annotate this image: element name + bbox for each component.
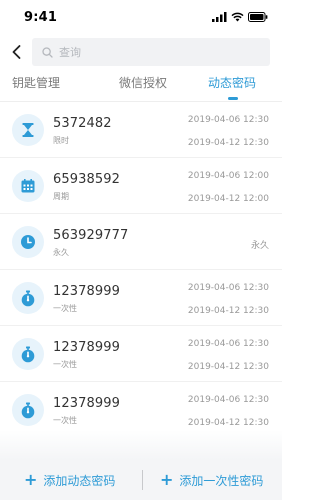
password-type: 一次性 bbox=[53, 304, 77, 313]
add-one-time-password-button[interactable]: + 添加一次性密码 bbox=[160, 468, 263, 492]
search-icon bbox=[42, 46, 53, 58]
active-tab-indicator bbox=[228, 97, 238, 100]
start-time: 2019-04-06 12:30 bbox=[187, 115, 269, 125]
stopwatch-icon bbox=[12, 282, 44, 314]
tab-key-management[interactable]: 钥匙管理 bbox=[12, 74, 82, 100]
bottom-divider bbox=[142, 470, 143, 490]
end-time: 2019-04-12 12:30 bbox=[187, 362, 269, 372]
search-row bbox=[0, 36, 282, 68]
password-type: 限时 bbox=[53, 136, 69, 145]
start-time: 2019-04-06 12:30 bbox=[187, 339, 269, 349]
hourglass-icon bbox=[12, 114, 44, 146]
tab-bar: 钥匙管理 微信授权 动态密码 bbox=[0, 74, 282, 100]
password-type: 永久 bbox=[53, 248, 69, 257]
add-dynamic-password-label: 添加动态密码 bbox=[43, 473, 116, 488]
clock-icon bbox=[12, 226, 44, 258]
password-code: 12378999 bbox=[53, 340, 120, 355]
add-dynamic-password-button[interactable]: + 添加动态密码 bbox=[24, 468, 115, 492]
bottom-fade bbox=[0, 430, 282, 460]
password-type: 一次性 bbox=[53, 360, 77, 369]
plus-icon: + bbox=[24, 470, 38, 489]
status-bar: 9:41 bbox=[0, 0, 282, 34]
password-code: 5372482 bbox=[53, 116, 112, 131]
start-time: 2019-04-06 12:30 bbox=[187, 283, 269, 293]
list-item[interactable]: 563929777 永久 永久 bbox=[0, 214, 282, 270]
search-box[interactable] bbox=[32, 38, 270, 66]
add-one-time-password-label: 添加一次性密码 bbox=[179, 473, 264, 488]
end-time: 2019-04-12 12:30 bbox=[187, 306, 269, 316]
password-type: 一次性 bbox=[53, 416, 77, 425]
start-time: 2019-04-06 12:00 bbox=[187, 171, 269, 181]
signal-icon bbox=[212, 12, 227, 22]
plus-icon: + bbox=[160, 470, 174, 489]
list-item[interactable]: 12378999 一次性 2019-04-06 12:30 2019-04-12… bbox=[0, 270, 282, 326]
start-time: 2019-04-06 12:30 bbox=[187, 395, 269, 405]
bottom-action-bar: + 添加动态密码 + 添加一次性密码 bbox=[0, 460, 282, 500]
password-code: 12378999 bbox=[53, 396, 120, 411]
validity-label: 永久 bbox=[250, 241, 269, 251]
back-button[interactable] bbox=[8, 42, 24, 62]
end-time: 2019-04-12 12:30 bbox=[187, 138, 269, 148]
password-code: 65938592 bbox=[53, 172, 120, 187]
wifi-icon bbox=[231, 12, 244, 22]
chevron-left-icon bbox=[12, 45, 20, 59]
stopwatch-icon bbox=[12, 394, 44, 426]
password-list: 5372482 限时 2019-04-06 12:30 2019-04-12 1… bbox=[0, 102, 282, 438]
list-item[interactable]: 65938592 周期 2019-04-06 12:00 2019-04-12 … bbox=[0, 158, 282, 214]
end-time: 2019-04-12 12:30 bbox=[187, 418, 269, 428]
battery-icon bbox=[248, 12, 268, 22]
status-time: 9:41 bbox=[24, 10, 58, 25]
tab-wechat-authorization[interactable]: 微信授权 bbox=[108, 74, 178, 100]
list-item[interactable]: 12378999 一次性 2019-04-06 12:30 2019-04-12… bbox=[0, 326, 282, 382]
list-item[interactable]: 5372482 限时 2019-04-06 12:30 2019-04-12 1… bbox=[0, 102, 282, 158]
password-type: 周期 bbox=[53, 192, 69, 201]
stopwatch-icon bbox=[12, 338, 44, 370]
search-input[interactable] bbox=[59, 45, 249, 59]
password-code: 563929777 bbox=[53, 228, 129, 243]
calendar-icon bbox=[12, 170, 44, 202]
password-code: 12378999 bbox=[53, 284, 120, 299]
status-icons bbox=[212, 12, 268, 22]
end-time: 2019-04-12 12:00 bbox=[187, 194, 269, 204]
